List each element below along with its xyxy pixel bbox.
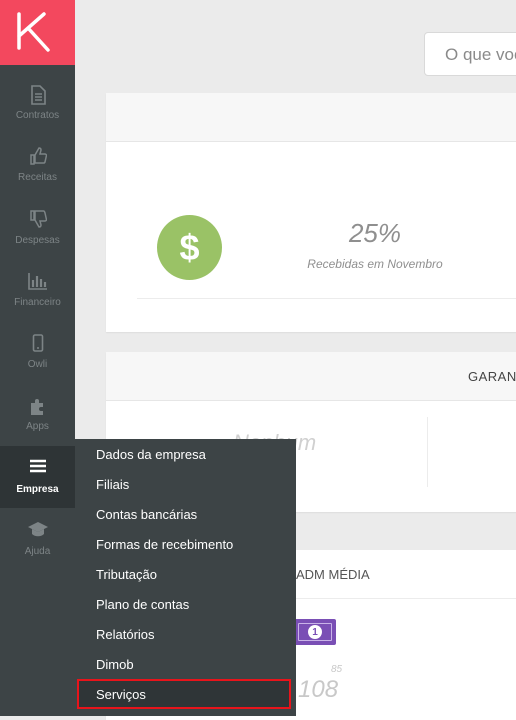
sidebar-item-label: Owli (27, 359, 48, 370)
sidebar-item-owli[interactable]: Owli (0, 321, 75, 383)
puzzle-icon (0, 396, 75, 418)
k-logo-icon (17, 12, 50, 52)
received-caption: Recebidas em Novembro (307, 257, 443, 271)
sidebar: Contratos Receitas Despesas Financeiro O… (0, 0, 75, 716)
menu-item-filiais[interactable]: Filiais (96, 477, 129, 492)
sidebar-item-label: Ajuda (24, 546, 51, 557)
menu-item-relatorios[interactable]: Relatórios (96, 627, 155, 642)
sidebar-item-label: Financeiro (14, 297, 61, 308)
sidebar-item-despesas[interactable]: Despesas (0, 197, 75, 259)
thumbs-down-icon (0, 210, 75, 232)
sidebar-item-ajuda[interactable]: Ajuda (0, 508, 75, 570)
adm-title: ADM MÉDIA (296, 567, 370, 582)
bar-chart-icon (0, 272, 75, 294)
guarantee-title: GARANT (468, 369, 516, 384)
graduation-cap-icon (0, 521, 75, 543)
sidebar-item-label: Contratos (15, 110, 60, 121)
menu-item-dimob[interactable]: Dimob (96, 657, 134, 672)
card-header (106, 352, 516, 401)
search-input[interactable]: O que voc (424, 32, 516, 76)
sidebar-item-label: Despesas (15, 235, 60, 246)
sidebar-item-label: Apps (26, 421, 49, 432)
sidebar-item-empresa[interactable]: Empresa (0, 446, 75, 508)
menu-item-contas-bancarias[interactable]: Contas bancárias (96, 507, 197, 522)
dollar-icon: $ (157, 215, 222, 280)
received-percent: 25% (348, 218, 402, 248)
menu-item-tributacao[interactable]: Tributação (96, 567, 157, 582)
menu-icon (0, 459, 75, 481)
sidebar-item-apps[interactable]: Apps (0, 383, 75, 445)
vertical-divider (427, 417, 428, 487)
menu-item-servicos[interactable]: Serviços (96, 687, 146, 702)
money-bill-icon: 1 (294, 619, 336, 645)
mobile-icon (0, 334, 75, 356)
adm-value: 108 (298, 676, 339, 703)
sidebar-item-receitas[interactable]: Receitas (0, 134, 75, 196)
sidebar-item-contratos[interactable]: Contratos (0, 72, 75, 134)
menu-item-servicos-highlight[interactable]: Serviços (77, 679, 291, 709)
empresa-flyout-menu: Dados da empresa Filiais Contas bancária… (75, 439, 296, 716)
menu-item-dados-da-empresa[interactable]: Dados da empresa (96, 447, 206, 462)
summary-card (106, 93, 516, 332)
thumbs-up-icon (0, 147, 75, 169)
card-header (106, 93, 516, 142)
document-icon (0, 85, 75, 107)
menu-item-plano-de-contas[interactable]: Plano de contas (96, 597, 189, 612)
app-logo[interactable] (0, 0, 75, 65)
sidebar-item-financeiro[interactable]: Financeiro (0, 259, 75, 321)
adm-cents: 85 (331, 664, 343, 675)
sidebar-item-label: Receitas (18, 172, 57, 183)
menu-item-formas-de-recebimento[interactable]: Formas de recebimento (96, 537, 233, 552)
divider (137, 298, 516, 299)
sidebar-item-label: Empresa (16, 484, 59, 495)
search-placeholder: O que voc (445, 45, 516, 64)
